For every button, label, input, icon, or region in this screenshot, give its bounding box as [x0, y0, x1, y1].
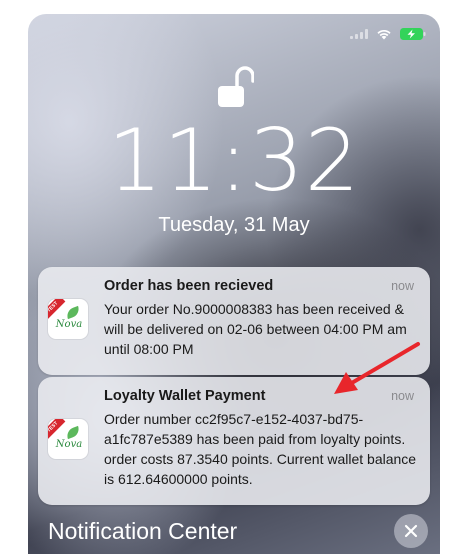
close-icon	[404, 524, 418, 538]
notification-title: Order has been recieved	[104, 278, 274, 294]
lock-screen-date: Tuesday, 31 May	[158, 214, 310, 236]
leaf-icon	[64, 305, 82, 320]
close-button[interactable]	[394, 514, 428, 548]
cellular-signal-icon	[350, 29, 368, 39]
notification-time: now	[391, 279, 414, 293]
nova-app-icon: TEST Nova	[48, 419, 88, 459]
test-ribbon: TEST	[48, 419, 66, 440]
test-ribbon: TEST	[48, 299, 66, 320]
nova-app-icon: TEST Nova	[48, 299, 88, 339]
battery-charging-icon	[400, 28, 426, 40]
lock-screen-time: 11:32	[107, 111, 361, 211]
status-bar	[350, 28, 426, 40]
brand-label: Nova	[55, 319, 83, 330]
unlocked-padlock-icon	[218, 64, 255, 110]
wifi-icon	[376, 28, 392, 40]
lock-screen: 11:32 Tuesday, 31 May TEST Nova Order ha…	[28, 14, 440, 554]
notification-title: Loyalty Wallet Payment	[104, 388, 266, 404]
notification-center-title: Notification Center	[48, 518, 238, 544]
leaf-icon	[64, 425, 82, 440]
red-arrow-icon	[328, 340, 424, 403]
brand-label: Nova	[55, 439, 83, 450]
notification-body: Order number cc2f95c7-e152-4037-bd75-a1f…	[104, 411, 417, 487]
